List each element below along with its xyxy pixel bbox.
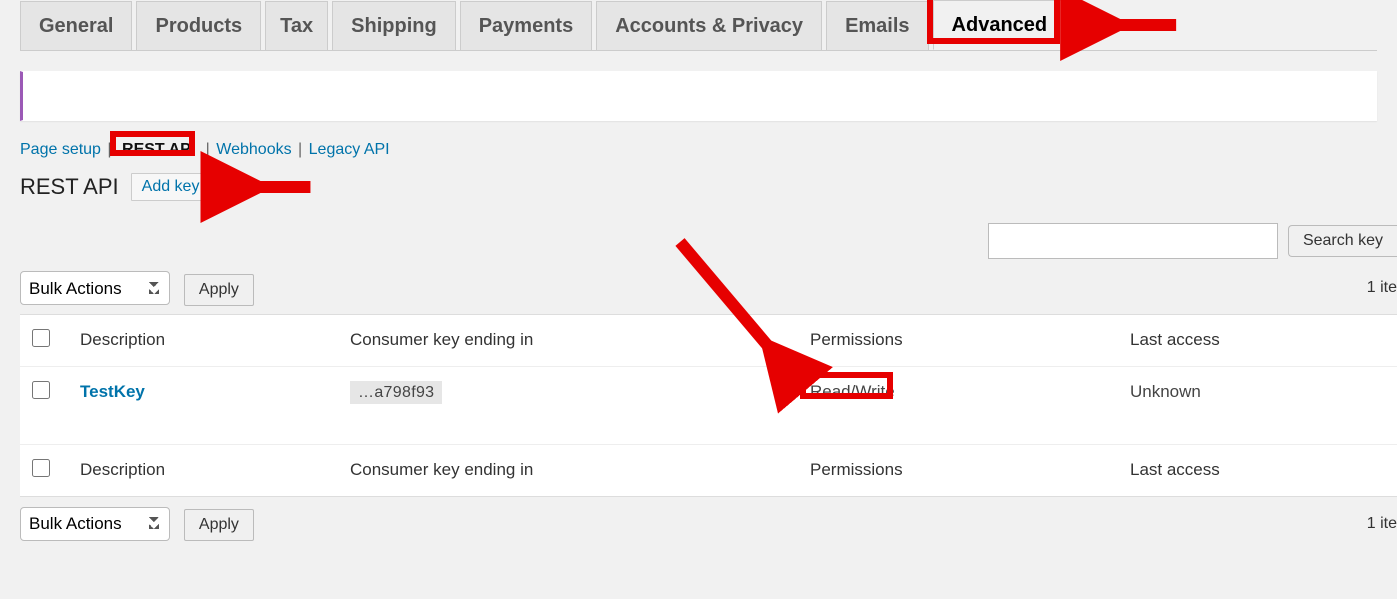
col-description[interactable]: Description	[68, 314, 338, 366]
page-title: REST API	[20, 174, 119, 200]
col-last-access-footer: Last access	[1118, 444, 1397, 496]
tab-payments[interactable]: Payments	[460, 1, 593, 50]
bulk-actions-select[interactable]: Bulk Actions	[20, 271, 170, 305]
tablenav-bottom: Bulk Actions Apply 1 ite	[0, 497, 1397, 550]
tab-general[interactable]: General	[20, 1, 132, 50]
bulk-apply-button[interactable]: Apply	[184, 274, 254, 306]
col-description-footer: Description	[68, 444, 338, 496]
search-row: Search key	[0, 213, 1397, 267]
heading-row: REST API Add key	[0, 165, 1397, 213]
add-key-button[interactable]: Add key	[131, 173, 211, 201]
last-access-value: Unknown	[1130, 382, 1201, 401]
tab-tax[interactable]: Tax	[265, 1, 328, 50]
search-input[interactable]	[988, 223, 1278, 259]
tab-products[interactable]: Products	[136, 1, 261, 50]
col-consumer-key-footer: Consumer key ending in	[338, 444, 798, 496]
search-keys-button[interactable]: Search key	[1288, 225, 1397, 257]
subtab-webhooks[interactable]: Webhooks	[216, 141, 291, 158]
subtab-sep: |	[296, 141, 304, 158]
subtab-rest-api[interactable]: REST API	[118, 139, 199, 160]
items-count: 1 ite	[1367, 279, 1397, 297]
bulk-actions-select-bottom[interactable]: Bulk Actions	[20, 507, 170, 541]
subtab-sep: |	[204, 141, 212, 158]
items-count-bottom: 1 ite	[1367, 515, 1397, 533]
keys-table: Description Consumer key ending in Permi…	[20, 314, 1397, 497]
table-row: TestKey …a798f93 Read/Write Unknown	[20, 366, 1397, 444]
tab-advanced[interactable]: Advanced	[933, 0, 1067, 50]
subtab-legacy-api[interactable]: Legacy API	[309, 141, 390, 158]
subtab-sep: |	[105, 141, 113, 158]
col-permissions-footer: Permissions	[798, 444, 1118, 496]
row-checkbox[interactable]	[32, 381, 50, 399]
notice-box	[20, 71, 1377, 121]
permissions-value: Read/Write	[810, 382, 895, 401]
select-all-checkbox-footer[interactable]	[32, 459, 50, 477]
tab-emails[interactable]: Emails	[826, 1, 928, 50]
col-consumer-key: Consumer key ending in	[338, 314, 798, 366]
tab-shipping[interactable]: Shipping	[332, 1, 456, 50]
bulk-actions-top: Bulk Actions Apply	[20, 271, 254, 306]
subtab-page-setup[interactable]: Page setup	[20, 141, 101, 158]
subsections: Page setup | REST API | Webhooks | Legac…	[0, 131, 1397, 165]
select-all-checkbox[interactable]	[32, 329, 50, 347]
bulk-actions-bottom: Bulk Actions Apply	[20, 507, 254, 542]
consumer-key-fragment: …a798f93	[350, 381, 442, 404]
tablenav-top: Bulk Actions Apply 1 ite	[0, 267, 1397, 314]
tab-accounts[interactable]: Accounts & Privacy	[596, 1, 822, 50]
col-permissions: Permissions	[798, 314, 1118, 366]
bulk-apply-button-bottom[interactable]: Apply	[184, 509, 254, 541]
settings-tabs: General Products Tax Shipping Payments A…	[20, 0, 1377, 51]
col-last-access: Last access	[1118, 314, 1397, 366]
key-title-link[interactable]: TestKey	[80, 382, 145, 401]
